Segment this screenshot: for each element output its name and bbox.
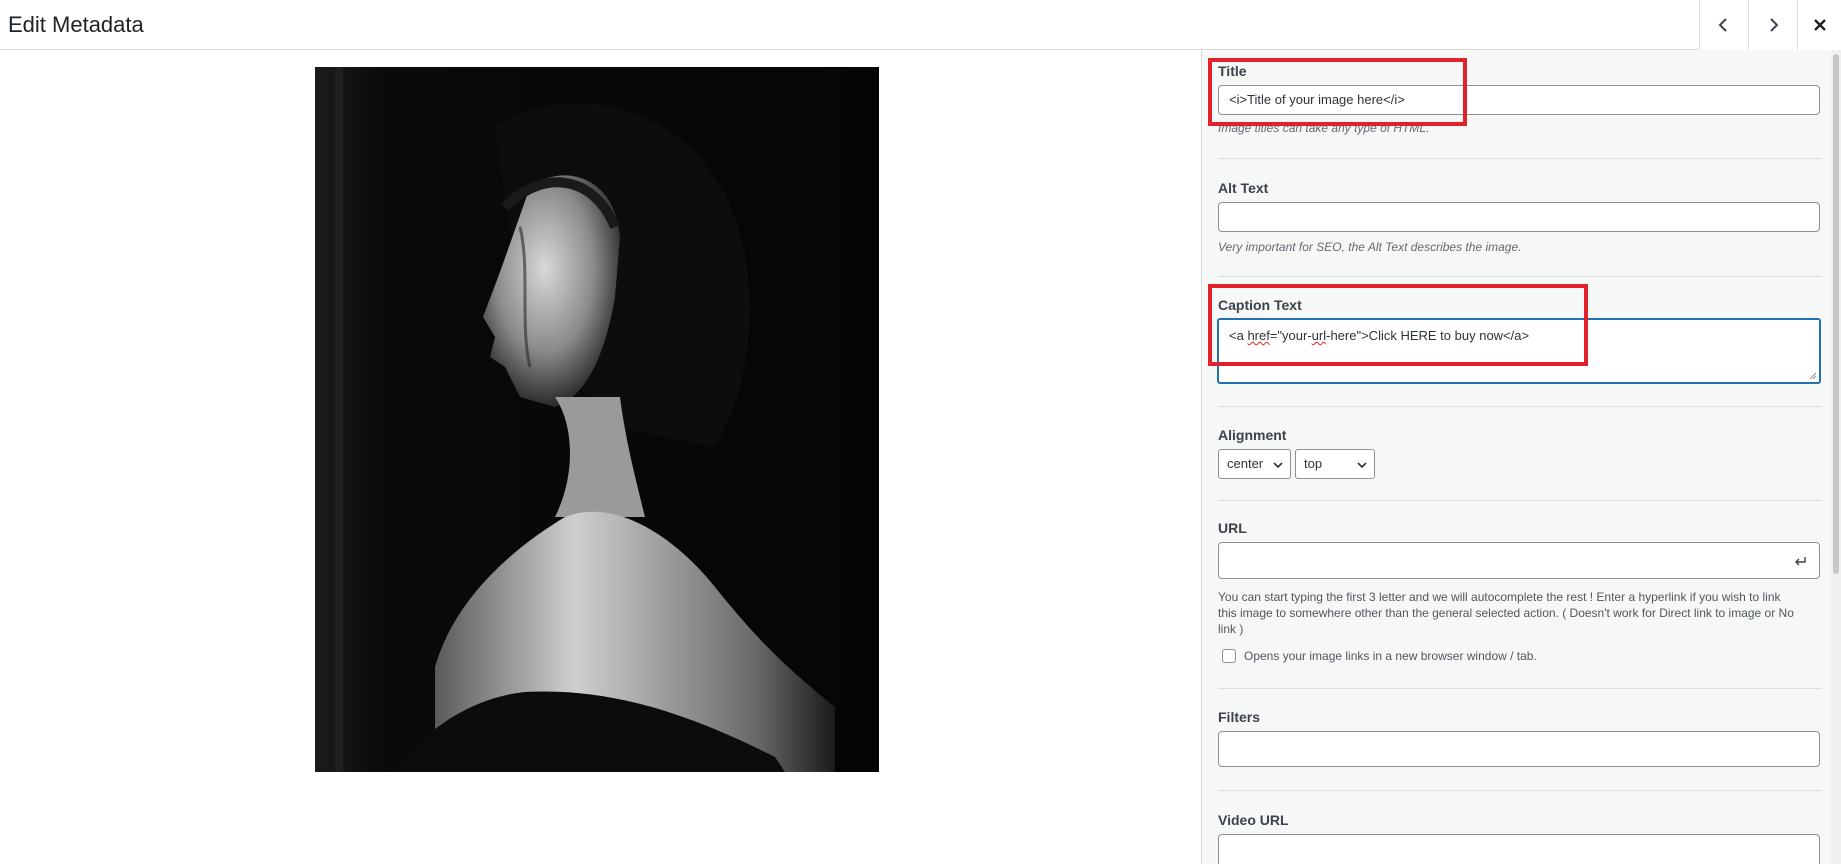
title-label: Title [1218, 63, 1247, 79]
scrollbar-thumb[interactable] [1833, 54, 1839, 574]
filters-field: Filters [1218, 709, 1820, 767]
url-help-text: You can start typing the first 3 letter … [1218, 590, 1794, 636]
divider [1218, 158, 1822, 159]
url-field: URL You can start typing the first 3 let… [1218, 520, 1820, 663]
divider [1218, 790, 1822, 791]
caption-textarea[interactable]: <a href="your-url-here">Click HERE to bu… [1218, 319, 1820, 383]
caption-field: Caption Text <a href="your-url-here">Cli… [1218, 297, 1820, 383]
next-button[interactable] [1748, 0, 1797, 50]
alt-text-help-text: Very important for SEO, the Alt Text des… [1218, 240, 1522, 254]
video-url-input[interactable] [1218, 834, 1820, 864]
alignment-field: Alignment center top [1218, 427, 1820, 479]
divider [1218, 500, 1822, 501]
title-help-text: Image titles can take any type of HTML. [1218, 121, 1430, 135]
url-label: URL [1218, 520, 1247, 536]
alt-text-field: Alt Text Very important for SEO, the Alt… [1218, 180, 1820, 254]
alt-text-input[interactable] [1218, 202, 1820, 232]
divider [1218, 406, 1822, 407]
title-input[interactable]: <i>Title of your image here</i> [1218, 85, 1820, 115]
alt-text-label: Alt Text [1218, 180, 1269, 196]
alignment-label: Alignment [1218, 427, 1287, 443]
filters-input[interactable] [1218, 731, 1820, 767]
sidebar-scrollbar[interactable] [1831, 50, 1841, 864]
video-url-field: Video URL [1218, 812, 1820, 864]
previous-button[interactable] [1699, 0, 1748, 50]
portrait-photo [315, 67, 879, 772]
chevron-left-icon [1718, 18, 1727, 32]
image-preview-area [0, 50, 1201, 864]
title-field: Title <i>Title of your image here</i> Im… [1218, 63, 1820, 135]
new-window-checkbox[interactable] [1222, 649, 1236, 663]
close-button[interactable] [1797, 0, 1841, 50]
vertical-alignment-select[interactable]: top [1295, 449, 1375, 479]
image-preview [315, 67, 879, 772]
chevron-down-icon [1357, 462, 1367, 469]
close-icon [1813, 19, 1826, 31]
caption-label: Caption Text [1218, 297, 1302, 313]
modal-header: Edit Metadata [0, 0, 1841, 50]
new-window-option[interactable]: Opens your image links in a new browser … [1218, 649, 1820, 663]
divider [1218, 688, 1822, 689]
url-input[interactable] [1218, 542, 1820, 579]
new-window-label: Opens your image links in a new browser … [1244, 649, 1537, 663]
video-url-label: Video URL [1218, 812, 1289, 828]
enter-icon [1795, 557, 1806, 566]
filters-label: Filters [1218, 709, 1261, 725]
resize-grip-icon[interactable] [1809, 372, 1817, 380]
divider [1218, 276, 1822, 277]
chevron-down-icon [1273, 462, 1283, 469]
page-title: Edit Metadata [8, 12, 144, 37]
horizontal-alignment-select[interactable]: center [1218, 449, 1291, 479]
metadata-sidebar: Title <i>Title of your image here</i> Im… [1201, 50, 1841, 864]
chevron-right-icon [1770, 18, 1779, 32]
